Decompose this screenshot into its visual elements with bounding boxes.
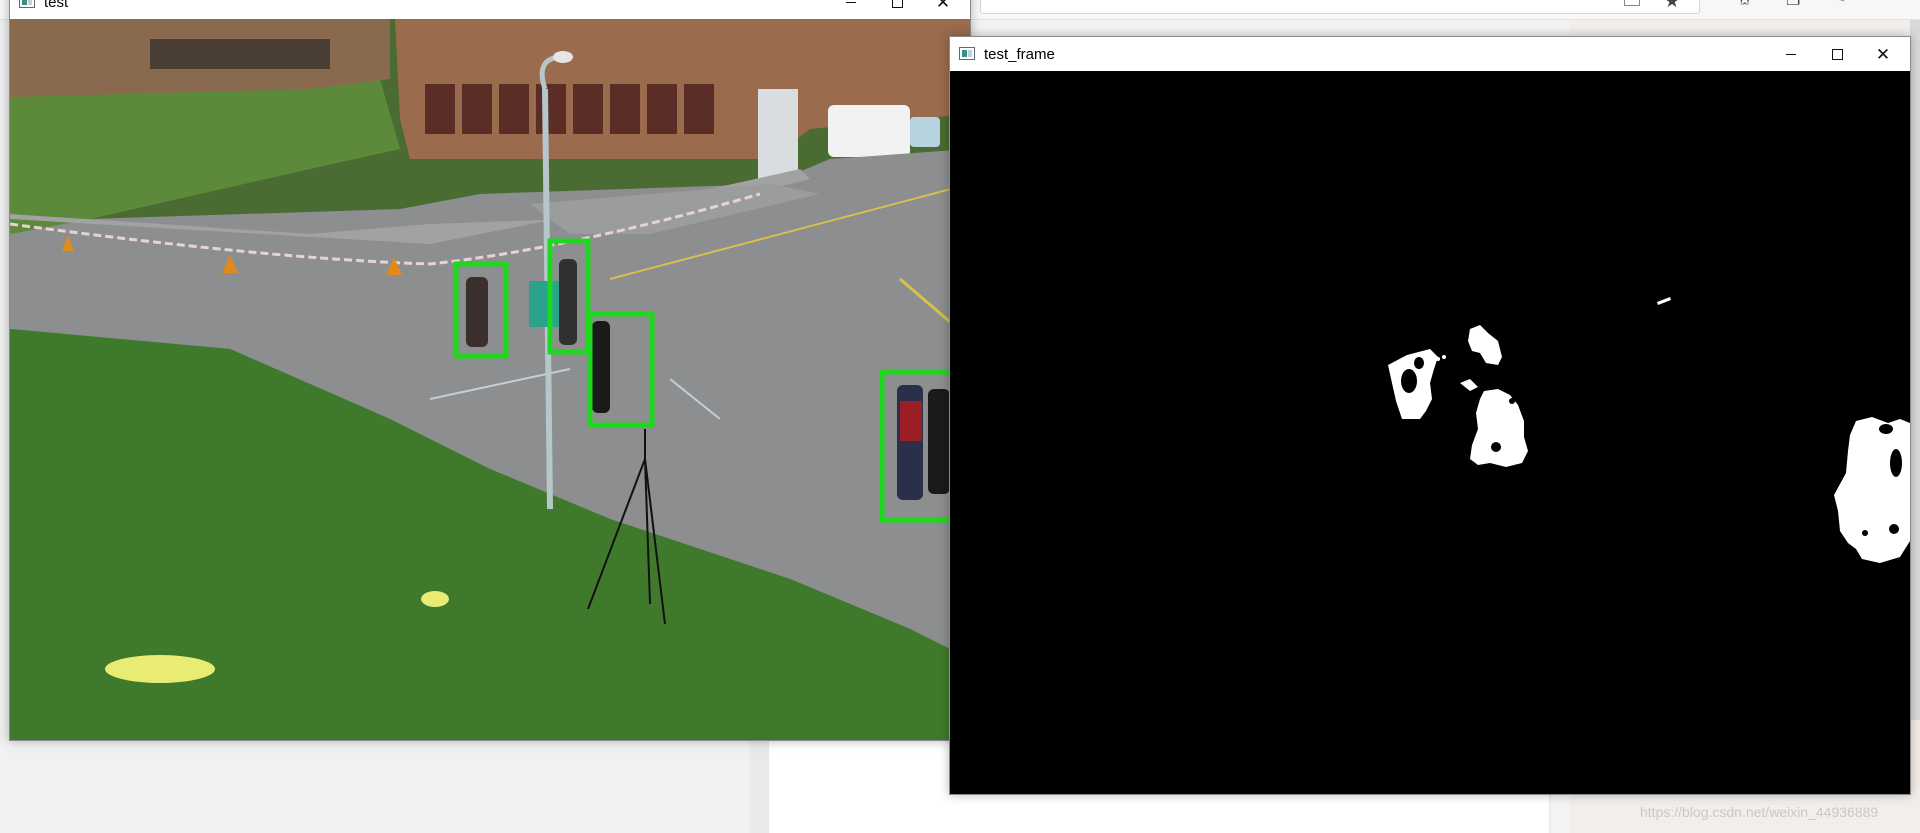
air-conditioners xyxy=(758,89,798,179)
parked-car xyxy=(910,117,940,147)
favorites-icon[interactable]: ✩ xyxy=(1738,0,1751,10)
window-test-frame: test_frame ✕ xyxy=(949,36,1911,795)
window-title-bar[interactable]: test ✕ xyxy=(10,0,970,19)
window-test: test ✕ xyxy=(9,0,971,741)
watermark-url: https://blog.csdn.net/weixin_44936889 xyxy=(1640,804,1879,820)
mask-blob xyxy=(1442,355,1446,359)
foreground-mask-canvas xyxy=(950,71,1910,794)
close-icon[interactable]: ✕ xyxy=(920,0,966,19)
camera-frame-canvas xyxy=(10,19,970,740)
background-gutter xyxy=(750,740,768,833)
window-title: test xyxy=(44,0,69,11)
address-bar[interactable] xyxy=(980,0,1700,14)
sign-board xyxy=(529,281,563,327)
background-scroll-strip xyxy=(1910,20,1920,720)
window-title-bar[interactable]: test_frame ✕ xyxy=(950,37,1910,71)
star-icon[interactable]: ★ xyxy=(1664,0,1680,11)
minimize-icon[interactable] xyxy=(1768,37,1814,71)
background-page-left xyxy=(0,740,750,833)
profile-icon[interactable]: ◔ xyxy=(1836,0,1846,10)
mask-blob xyxy=(1436,357,1440,361)
window-title: test_frame xyxy=(984,46,1055,63)
collections-icon[interactable]: ❐ xyxy=(1786,0,1800,10)
reader-mode-icon[interactable] xyxy=(1624,0,1640,6)
minimize-icon[interactable] xyxy=(828,0,874,19)
close-icon[interactable]: ✕ xyxy=(1860,37,1906,71)
opencv-window-icon xyxy=(19,0,35,8)
yellow-item xyxy=(421,591,449,607)
maximize-icon[interactable] xyxy=(1814,37,1860,71)
yellow-jacket xyxy=(105,655,215,683)
building-left-windows xyxy=(150,39,330,69)
mask-background xyxy=(950,71,1910,794)
white-van xyxy=(828,105,910,157)
street-lamp xyxy=(553,51,573,63)
maximize-icon[interactable] xyxy=(874,0,920,19)
opencv-window-icon xyxy=(959,47,975,60)
